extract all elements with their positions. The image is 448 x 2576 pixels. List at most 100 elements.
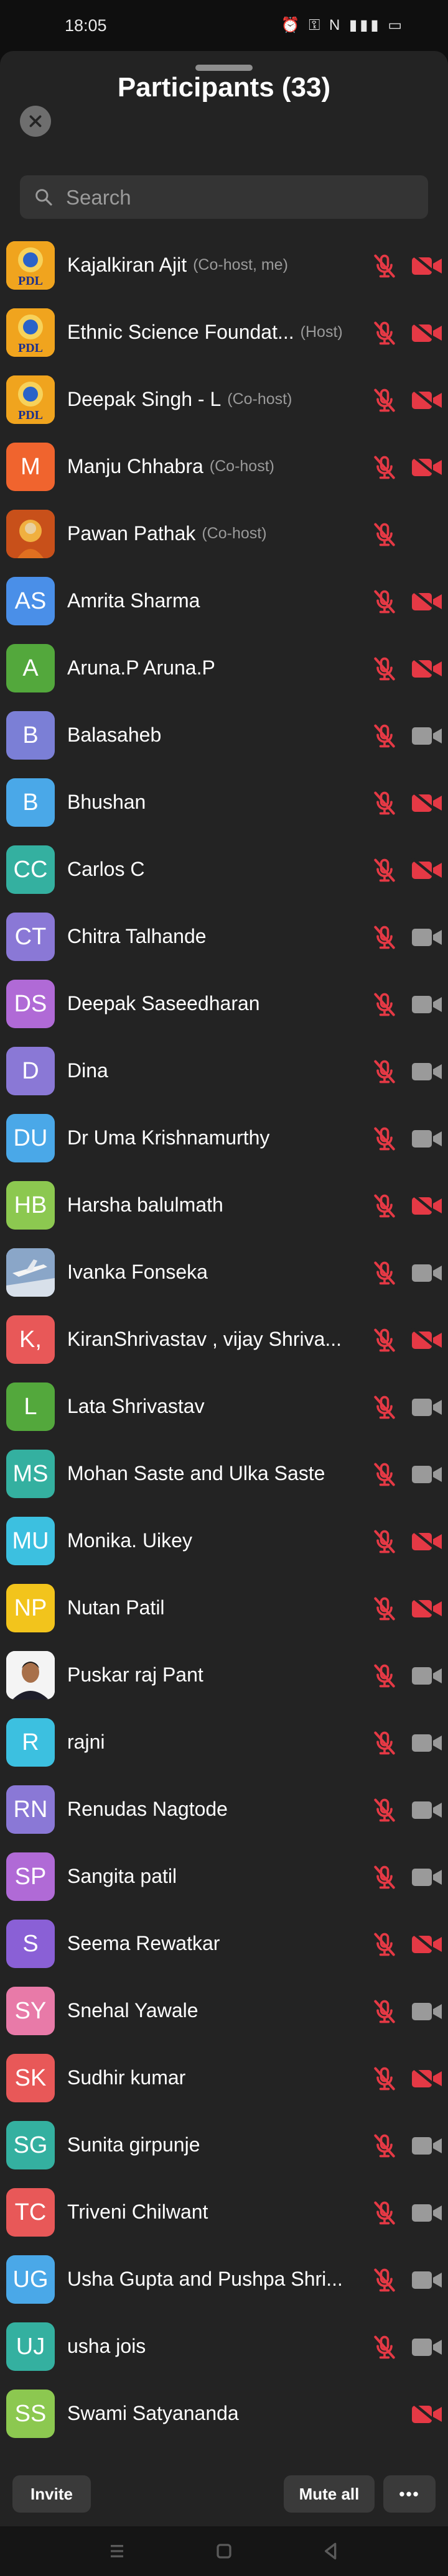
- mic-muted-icon[interactable]: [371, 722, 398, 750]
- mic-muted-icon[interactable]: [371, 1058, 398, 1085]
- mic-muted-icon[interactable]: [371, 320, 398, 347]
- participant-row[interactable]: MU Monika. Uikey: [0, 1507, 448, 1574]
- mic-muted-icon[interactable]: [371, 1595, 398, 1622]
- mic-muted-icon[interactable]: [371, 2199, 398, 2227]
- mic-muted-icon[interactable]: [371, 2266, 398, 2294]
- mic-muted-icon[interactable]: [371, 1125, 398, 1152]
- mic-muted-icon[interactable]: [371, 454, 398, 481]
- search-box[interactable]: [20, 175, 428, 220]
- participant-row[interactable]: DU Dr Uma Krishnamurthy: [0, 1104, 448, 1171]
- mic-muted-icon[interactable]: [371, 1259, 398, 1287]
- participant-row[interactable]: Puskar raj Pant: [0, 1641, 448, 1708]
- participant-row[interactable]: PDL Kajalkiran Ajit (Co-host, me): [0, 231, 448, 298]
- participant-row[interactable]: PDL Ethnic Science Foundat... (Host): [0, 298, 448, 366]
- participant-row[interactable]: SS Swami Satyananda: [0, 2380, 448, 2447]
- mic-muted-icon[interactable]: [371, 521, 398, 548]
- video-icon[interactable]: [411, 2201, 443, 2225]
- participant-row[interactable]: SK Sudhir kumar: [0, 2044, 448, 2111]
- video-icon[interactable]: [411, 1865, 443, 1890]
- participant-row[interactable]: M Manju Chhabra (Co-host): [0, 433, 448, 500]
- video-off-icon[interactable]: [411, 321, 443, 346]
- mic-muted-icon[interactable]: [371, 252, 398, 280]
- participant-row[interactable]: UJ usha jois: [0, 2312, 448, 2380]
- participant-row[interactable]: HB Harsha balulmath: [0, 1171, 448, 1238]
- mic-muted-icon[interactable]: [371, 1729, 398, 1757]
- participant-row[interactable]: SY Snehal Yawale: [0, 1977, 448, 2044]
- mic-muted-icon[interactable]: [371, 1931, 398, 1958]
- participant-row[interactable]: Pawan Pathak (Co-host): [0, 500, 448, 567]
- video-off-icon[interactable]: [411, 388, 443, 413]
- participant-row[interactable]: CT Chitra Talhande: [0, 903, 448, 970]
- mic-muted-icon[interactable]: [371, 857, 398, 884]
- video-off-icon[interactable]: [411, 1328, 443, 1353]
- mic-muted-icon[interactable]: [371, 991, 398, 1018]
- video-icon[interactable]: [411, 1798, 443, 1823]
- invite-button[interactable]: Invite: [12, 2475, 91, 2513]
- mic-muted-icon[interactable]: [371, 2334, 398, 2361]
- mic-muted-icon[interactable]: [371, 1662, 398, 1690]
- video-off-icon[interactable]: [411, 1932, 443, 1957]
- mic-muted-icon[interactable]: [371, 1864, 398, 1891]
- mic-muted-icon[interactable]: [371, 1796, 398, 1824]
- video-off-icon[interactable]: [411, 455, 443, 480]
- participant-row[interactable]: SG Sunita girpunje: [0, 2111, 448, 2178]
- menu-icon[interactable]: [105, 2539, 129, 2564]
- participant-row[interactable]: AS Amrita Sharma: [0, 567, 448, 634]
- video-off-icon[interactable]: [411, 656, 443, 681]
- mic-muted-icon[interactable]: [371, 1394, 398, 1421]
- participant-row[interactable]: B Balasaheb: [0, 701, 448, 768]
- video-off-icon[interactable]: [411, 2066, 443, 2091]
- participant-row[interactable]: CC Carlos C: [0, 835, 448, 903]
- video-off-icon[interactable]: [411, 1529, 443, 1554]
- video-icon[interactable]: [411, 1663, 443, 1688]
- participant-row[interactable]: L Lata Shrivastav: [0, 1373, 448, 1440]
- video-icon[interactable]: [411, 2133, 443, 2158]
- video-icon[interactable]: [411, 925, 443, 950]
- mic-muted-icon[interactable]: [371, 2065, 398, 2092]
- participant-row[interactable]: MS Mohan Saste and Ulka Saste: [0, 1440, 448, 1507]
- participant-row[interactable]: Ivanka Fonseka: [0, 1238, 448, 1305]
- mic-muted-icon[interactable]: [371, 1327, 398, 1354]
- video-icon[interactable]: [411, 1059, 443, 1084]
- video-icon[interactable]: [411, 992, 443, 1017]
- close-button[interactable]: [20, 106, 51, 137]
- mic-muted-icon[interactable]: [371, 655, 398, 683]
- video-off-icon[interactable]: [411, 1596, 443, 1621]
- more-options-button[interactable]: •••: [383, 2475, 436, 2513]
- sheet-drag-handle[interactable]: [195, 65, 253, 71]
- participant-row[interactable]: K, KiranShrivastav , vijay Shriva...: [0, 1305, 448, 1373]
- video-icon[interactable]: [411, 1261, 443, 1286]
- video-icon[interactable]: [411, 724, 443, 748]
- participant-row[interactable]: B Bhushan: [0, 768, 448, 835]
- participant-row[interactable]: UG Usha Gupta and Pushpa Shri...: [0, 2245, 448, 2312]
- mic-muted-icon[interactable]: [371, 2132, 398, 2160]
- mic-muted-icon[interactable]: [371, 1998, 398, 2025]
- video-off-icon[interactable]: [411, 2402, 443, 2427]
- video-off-icon[interactable]: [411, 254, 443, 278]
- participant-row[interactable]: RN Renudas Nagtode: [0, 1775, 448, 1842]
- video-off-icon[interactable]: [411, 589, 443, 614]
- video-icon[interactable]: [411, 1462, 443, 1487]
- home-icon[interactable]: [212, 2539, 236, 2564]
- participant-row[interactable]: S Seema Rewatkar: [0, 1910, 448, 1977]
- participant-row[interactable]: NP Nutan Patil: [0, 1574, 448, 1641]
- participant-row[interactable]: A Aruna.P Aruna.P: [0, 634, 448, 701]
- video-off-icon[interactable]: [411, 791, 443, 816]
- mic-muted-icon[interactable]: [371, 1528, 398, 1555]
- video-icon[interactable]: [411, 1126, 443, 1151]
- mic-muted-icon[interactable]: [371, 789, 398, 817]
- video-icon[interactable]: [411, 2335, 443, 2360]
- video-icon[interactable]: [411, 2268, 443, 2293]
- mic-muted-icon[interactable]: [371, 924, 398, 951]
- mic-muted-icon[interactable]: [371, 1461, 398, 1488]
- mute-all-button[interactable]: Mute all: [284, 2475, 375, 2513]
- video-icon[interactable]: [411, 1999, 443, 2024]
- video-icon[interactable]: [411, 1395, 443, 1420]
- participant-row[interactable]: SP Sangita patil: [0, 1842, 448, 1910]
- mic-muted-icon[interactable]: [371, 387, 398, 414]
- back-icon[interactable]: [319, 2539, 343, 2564]
- mic-muted-icon[interactable]: [371, 588, 398, 615]
- mic-muted-icon[interactable]: [371, 1192, 398, 1220]
- participant-row[interactable]: TC Triveni Chilwant: [0, 2178, 448, 2245]
- participant-row[interactable]: DS Deepak Saseedharan: [0, 970, 448, 1037]
